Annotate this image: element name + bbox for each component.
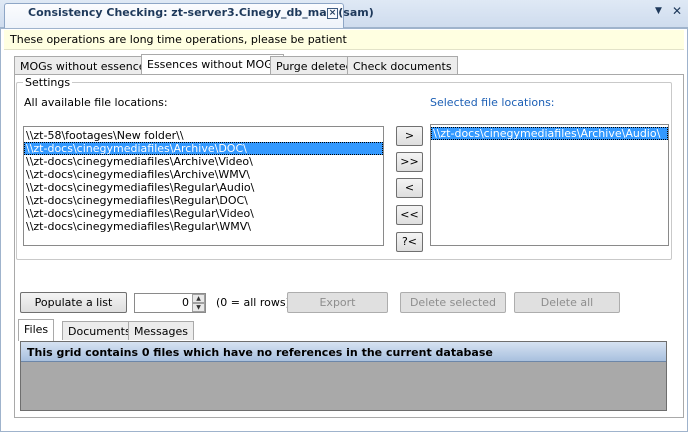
delete-selected-button[interactable]: Delete selected [400,292,506,313]
list-item[interactable]: \\zt-docs\cinegymediafiles\Regular\Video… [24,207,383,220]
list-item[interactable]: \\zt-58\footages\New folder\\ [24,129,383,142]
files-grid[interactable]: This grid contains 0 files which have no… [20,341,667,411]
list-item[interactable]: \\zt-docs\cinegymediafiles\Archive\Video… [24,155,383,168]
selected-locations-list[interactable]: \\zt-docs\cinegymediafiles\Archive\Audio… [430,124,669,246]
document-tab-title: Consistency Checking: zt-server3.Cinegy_… [28,6,374,19]
settings-legend: Settings [23,76,73,89]
document-close-icon[interactable]: × [327,8,338,19]
grid-header: This grid contains 0 files which have no… [21,342,666,362]
list-item[interactable]: \\zt-docs\cinegymediafiles\Regular\Audio… [24,181,383,194]
row-count-stepper[interactable]: 0 ▲ ▼ [134,293,206,313]
export-button[interactable]: Export [287,292,388,313]
info-bar: These operations are long time operation… [4,30,684,50]
list-item[interactable]: \\zt-docs\cinegymediafiles\Regular\DOC\ [24,194,383,207]
row-count-hint: (0 = all rows) [216,296,290,309]
row-count-value[interactable]: 0 [137,296,189,309]
move-unknown-left-button[interactable]: ?< [396,232,423,252]
spin-down-icon[interactable]: ▼ [192,303,205,312]
window-close-icon[interactable]: ✕ [672,4,682,18]
delete-all-button[interactable]: Delete all [514,292,620,313]
tab-purge-deleted[interactable]: Purge deleted [270,56,359,75]
grid-message: This grid contains 0 files which have no… [27,346,493,359]
tab-mogs-without-essences[interactable]: MOGs without essences [14,56,158,75]
move-all-left-button[interactable]: << [396,205,423,225]
tab-essences-without-mogs[interactable]: Essences without MOGs [141,54,285,76]
move-left-button[interactable]: < [396,178,423,198]
tab-files[interactable]: Files [18,319,55,341]
available-locations-list[interactable]: \\zt-58\footages\New folder\\ \\zt-docs\… [23,126,384,246]
spin-up-icon[interactable]: ▲ [192,294,205,303]
selected-locations-label: Selected file locations: [430,96,555,109]
move-all-right-button[interactable]: >> [396,152,423,172]
window-menu-icon[interactable]: ▼ [655,6,662,16]
tab-documents[interactable]: Documents [62,321,137,340]
list-item[interactable]: \\zt-docs\cinegymediafiles\Archive\DOC\ [24,142,383,155]
list-item[interactable]: \\zt-docs\cinegymediafiles\Regular\WMV\ [24,220,383,233]
available-locations-label: All available file locations: [24,96,168,109]
populate-list-button[interactable]: Populate a list [20,292,127,313]
move-right-button[interactable]: > [396,126,423,146]
list-item[interactable]: \\zt-docs\cinegymediafiles\Archive\WMV\ [24,168,383,181]
info-text: These operations are long time operation… [10,33,347,46]
tab-messages[interactable]: Messages [128,321,194,340]
tab-check-documents[interactable]: Check documents [347,56,458,75]
list-item[interactable]: \\zt-docs\cinegymediafiles\Archive\Audio… [431,127,668,140]
